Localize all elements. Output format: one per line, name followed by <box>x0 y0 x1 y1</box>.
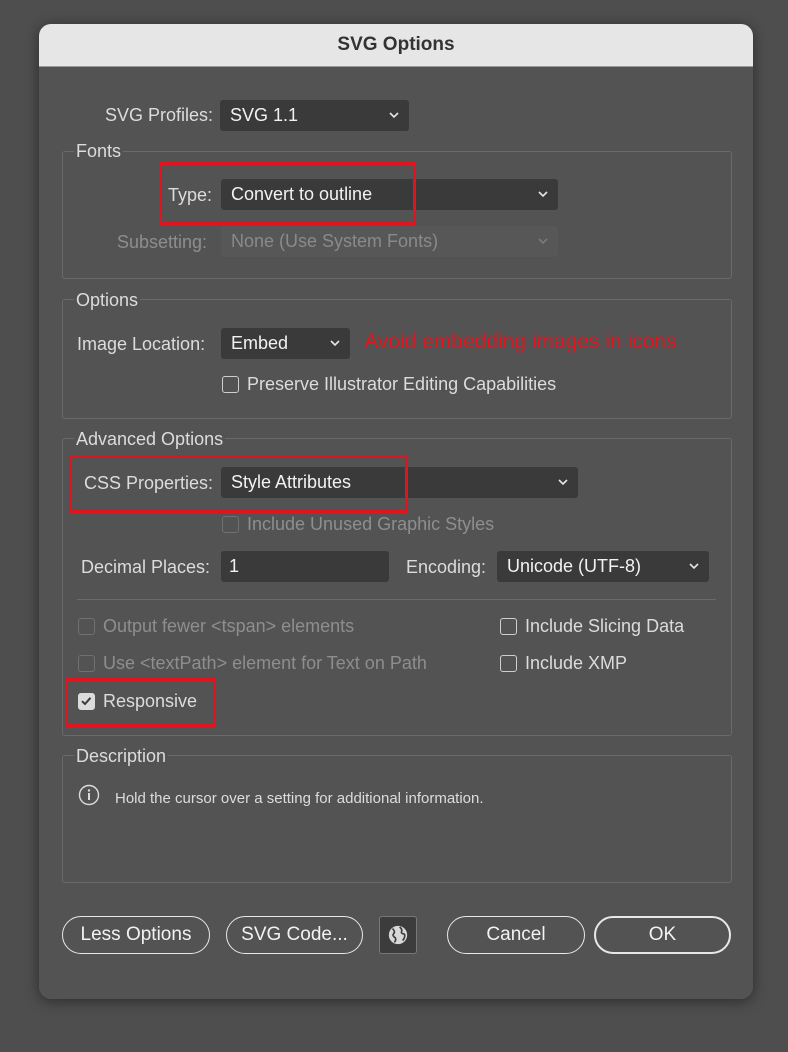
window-title: SVG Options <box>39 24 753 67</box>
subsetting-select: None (Use System Fonts) <box>221 226 558 257</box>
chevron-down-icon <box>689 563 699 570</box>
image-location-value: Embed <box>231 333 289 353</box>
globe-icon <box>388 925 408 945</box>
decimal-places-label: Decimal Places: <box>81 557 211 577</box>
chevron-down-icon <box>389 112 399 119</box>
encoding-label: Encoding: <box>406 557 487 577</box>
subsetting-value: None (Use System Fonts) <box>231 231 439 251</box>
slicing-data-checkbox[interactable] <box>500 618 517 635</box>
unused-styles-label: Include Unused Graphic Styles <box>247 514 495 534</box>
svg-profiles-label: SVG Profiles: <box>105 105 214 125</box>
unused-styles-checkbox <box>222 516 239 533</box>
fewer-tspan-checkbox <box>78 618 95 635</box>
css-properties-highlight-box <box>69 455 408 513</box>
chevron-down-icon <box>330 340 340 347</box>
web-preview-button[interactable] <box>379 916 417 954</box>
fonts-group-title: Fonts <box>74 141 124 162</box>
svg-options-dialog: SVG Options SVG Profiles: SVG 1.1 Fonts … <box>39 24 753 999</box>
chevron-down-icon <box>538 238 548 245</box>
textpath-checkbox <box>78 655 95 672</box>
ok-button[interactable]: OK <box>594 916 731 954</box>
type-highlight-box <box>159 162 416 225</box>
options-group-title: Options <box>74 290 141 311</box>
decimal-places-input[interactable]: 1 <box>221 551 389 582</box>
advanced-options-title: Advanced Options <box>74 429 226 450</box>
chevron-down-icon <box>538 191 548 198</box>
encoding-value: Unicode (UTF-8) <box>507 556 642 576</box>
image-location-label: Image Location: <box>77 334 206 354</box>
image-location-select[interactable]: Embed <box>221 328 350 359</box>
less-options-button[interactable]: Less Options <box>62 916 210 954</box>
xmp-checkbox[interactable] <box>500 655 517 672</box>
xmp-label: Include XMP <box>525 653 628 673</box>
encoding-select[interactable]: Unicode (UTF-8) <box>497 551 709 582</box>
description-text: Hold the cursor over a setting for addit… <box>115 790 484 807</box>
info-icon <box>78 784 100 806</box>
preserve-editing-label: Preserve Illustrator Editing Capabilitie… <box>247 374 557 394</box>
responsive-highlight-box <box>65 678 216 727</box>
subsetting-label: Subsetting: <box>117 232 208 252</box>
divider <box>77 599 716 600</box>
fewer-tspan-label: Output fewer <tspan> elements <box>103 616 355 636</box>
slicing-data-label: Include Slicing Data <box>525 616 685 636</box>
options-group <box>62 299 732 419</box>
description-title: Description <box>74 746 169 767</box>
textpath-label: Use <textPath> element for Text on Path <box>103 653 427 673</box>
svg-profiles-select[interactable]: SVG 1.1 <box>220 100 409 131</box>
svg-profiles-value: SVG 1.1 <box>230 105 299 125</box>
description-group <box>62 755 732 883</box>
cancel-button[interactable]: Cancel <box>447 916 585 954</box>
preserve-editing-checkbox[interactable] <box>222 376 239 393</box>
svg-code-button[interactable]: SVG Code... <box>226 916 363 954</box>
embed-annotation: Avoid embedding images in icons <box>364 330 677 353</box>
chevron-down-icon <box>558 479 568 486</box>
